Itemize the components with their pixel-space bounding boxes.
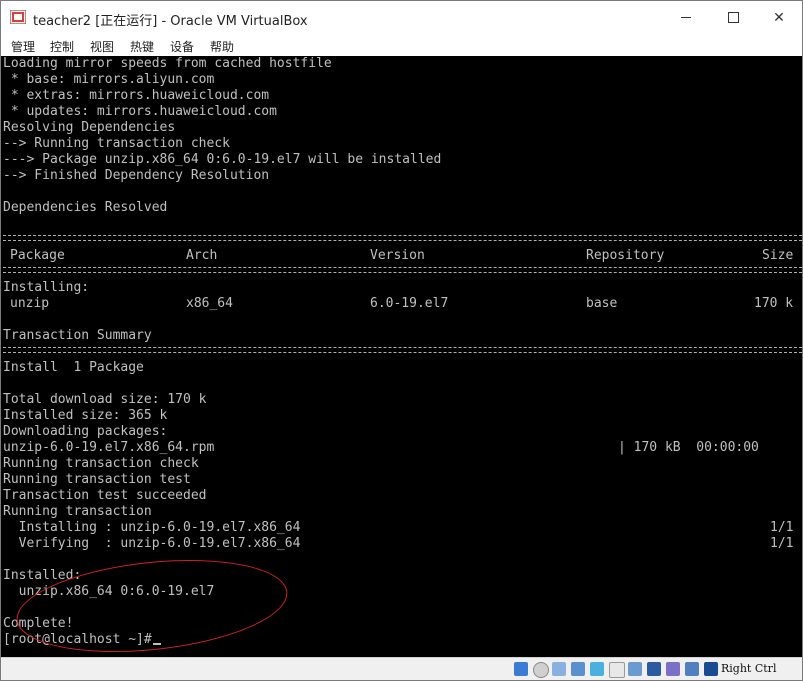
console-line: Running transaction (3, 504, 152, 519)
audio-icon[interactable] (552, 662, 566, 676)
video-capture-icon[interactable] (647, 662, 661, 676)
verify-step: Verifying : unzip-6.0-19.el7.x86_64 (3, 536, 301, 551)
table-cell-size: 170 k (754, 296, 794, 311)
mouse-integration-icon[interactable] (685, 662, 699, 676)
virtualbox-window: teacher2 [正在运行] - Oracle VM VirtualBox ✕… (0, 0, 803, 681)
table-header-version: Version (370, 248, 425, 263)
title-bar[interactable]: teacher2 [正在运行] - Oracle VM VirtualBox ✕ (1, 1, 802, 34)
console-line: Installed size: 365 k (3, 408, 168, 423)
host-key-arrow-icon (704, 662, 718, 676)
download-stats: | 170 kB 00:00:00 (618, 440, 759, 455)
menu-manage[interactable]: 管理 (11, 38, 35, 55)
install-step: Installing : unzip-6.0-19.el7.x86_64 (3, 520, 301, 535)
menu-hotkey[interactable]: 热键 (130, 38, 154, 55)
table-cell-version: 6.0-19.el7 (370, 296, 449, 311)
table-header-arch: Arch (186, 248, 218, 263)
install-count: Install 1 Package (3, 360, 144, 375)
console-line: Resolving Dependencies (3, 120, 176, 135)
virtualization-icon[interactable] (666, 662, 680, 676)
window-title: teacher2 [正在运行] - Oracle VM VirtualBox (33, 14, 308, 29)
hard-disk-icon[interactable] (514, 662, 528, 676)
shared-folders-icon[interactable] (609, 662, 625, 678)
console-line: Total download size: 170 k (3, 392, 207, 407)
table-cell-package: unzip (10, 296, 50, 311)
host-key-label: Right Ctrl (721, 662, 777, 675)
status-bar: Right Ctrl (1, 657, 802, 680)
transaction-summary-title: Transaction Summary (3, 328, 152, 343)
table-header-repository: Repository (586, 248, 665, 263)
menu-help[interactable]: 帮助 (210, 38, 234, 55)
console-line: Transaction test succeeded (3, 488, 207, 503)
console-line: Running transaction check (3, 456, 199, 471)
console-line: Dependencies Resolved (3, 200, 168, 215)
download-file: unzip-6.0-19.el7.x86_64.rpm (3, 440, 215, 455)
console-line: Loading mirror speeds from cached hostfi… (3, 56, 332, 71)
menu-bar: 管理 控制 视图 热键 设备 帮助 (1, 34, 802, 56)
minimize-button[interactable] (663, 1, 709, 34)
table-separator (3, 267, 802, 273)
maximize-button[interactable] (710, 1, 756, 34)
table-cell-arch: x86_64 (186, 296, 233, 311)
console-line: Downloading packages: (3, 424, 168, 439)
display-icon[interactable] (628, 662, 642, 676)
menu-view[interactable]: 视图 (90, 38, 114, 55)
network-icon[interactable] (571, 662, 585, 676)
console-line: * extras: mirrors.huaweicloud.com (3, 88, 270, 103)
close-icon: ✕ (773, 9, 785, 26)
console-line: Running transaction test (3, 472, 191, 487)
menu-devices[interactable]: 设备 (170, 38, 194, 55)
minimize-icon (681, 17, 691, 18)
table-section-label: Installing: (3, 280, 90, 295)
summary-separator (3, 347, 802, 353)
table-cell-repository: base (586, 296, 618, 311)
console-line: * updates: mirrors.huaweicloud.com (3, 104, 277, 119)
usb-icon[interactable] (590, 662, 604, 676)
maximize-icon (727, 12, 739, 23)
console-line: --> Finished Dependency Resolution (3, 168, 270, 183)
verify-step-progress: 1/1 (770, 536, 794, 551)
virtualbox-app-icon (10, 10, 26, 24)
menu-control[interactable]: 控制 (50, 38, 74, 55)
console-line: --> Running transaction check (3, 136, 230, 151)
table-header-size: Size (762, 248, 794, 263)
console-line: * base: mirrors.aliyun.com (3, 72, 215, 87)
table-header-package: Package (10, 248, 65, 263)
console-line: ---> Package unzip.x86_64 0:6.0-19.el7 w… (3, 152, 442, 167)
optical-drive-icon[interactable] (533, 662, 549, 678)
table-separator (3, 235, 802, 241)
close-button[interactable]: ✕ (756, 1, 802, 34)
install-step-progress: 1/1 (770, 520, 794, 535)
